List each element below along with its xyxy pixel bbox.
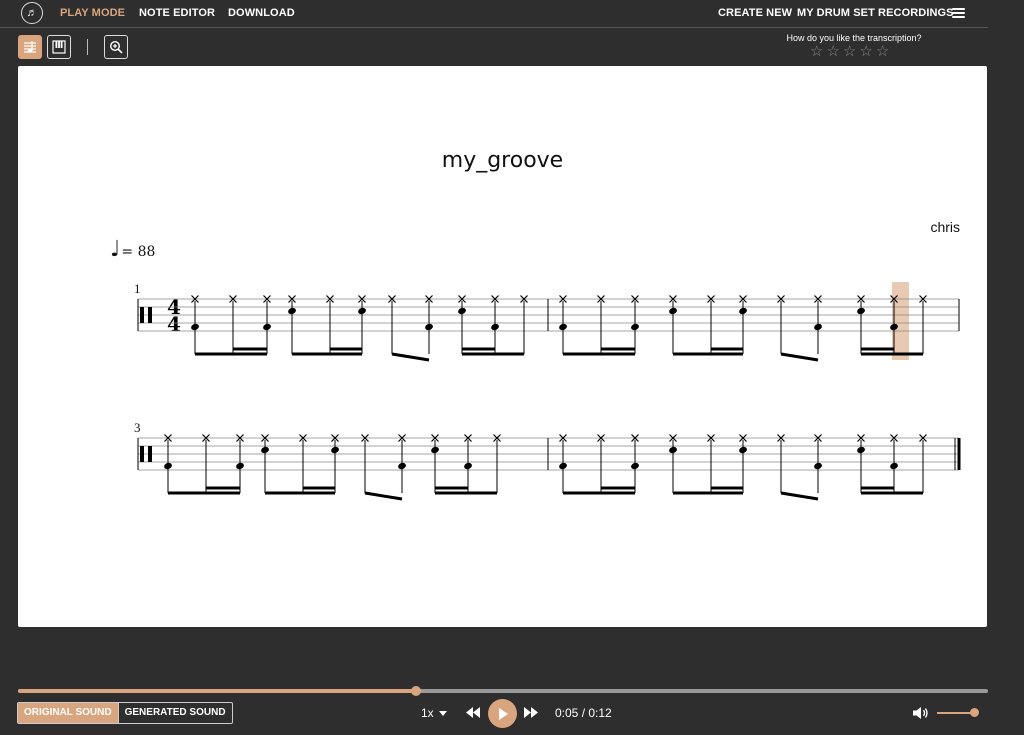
percussion-clef — [148, 307, 152, 323]
time-signature-bottom: 4 — [167, 312, 181, 336]
note-beam — [391, 352, 430, 362]
chevron-down-icon — [438, 710, 447, 716]
score-view-button[interactable] — [18, 35, 42, 59]
playback-progress-bar[interactable] — [18, 686, 988, 696]
progress-handle[interactable] — [410, 686, 421, 696]
note-beam — [364, 491, 403, 501]
playback-speed-select[interactable]: 1x — [421, 706, 447, 720]
star-icon[interactable]: ☆ — [826, 44, 839, 60]
star-icon[interactable]: ☆ — [843, 44, 856, 60]
playhead-highlight — [892, 282, 909, 360]
progress-fill — [18, 689, 416, 693]
sound-source-toggle: ORIGINAL SOUND GENERATED SOUND — [17, 702, 233, 724]
generated-sound-button[interactable]: GENERATED SOUND — [117, 703, 232, 723]
top-navigation: ♬ PLAY MODE NOTE EDITOR DOWNLOAD CREATE … — [0, 0, 988, 28]
rewind-button[interactable] — [466, 707, 480, 718]
nav-download[interactable]: DOWNLOAD — [228, 7, 295, 19]
hamburger-menu-icon[interactable] — [952, 8, 965, 18]
piano-roll-icon — [52, 40, 66, 54]
nav-play-mode[interactable]: PLAY MODE — [60, 7, 125, 19]
rating-question: How do you like the transcription? — [786, 33, 922, 43]
nav-note-editor[interactable]: NOTE EDITOR — [139, 7, 215, 19]
toolbar-divider — [87, 39, 88, 55]
piano-roll-button[interactable] — [47, 35, 71, 59]
fast-forward-icon — [524, 707, 538, 718]
play-button[interactable] — [488, 699, 517, 728]
note-beam — [780, 491, 819, 501]
percussion-clef — [148, 446, 152, 462]
zoom-in-icon — [109, 40, 123, 54]
score-sheet[interactable]: my_groove chris ♩ = 88 1 3 4 4 — [18, 66, 987, 627]
percussion-clef — [140, 446, 144, 462]
original-sound-button[interactable]: ORIGINAL SOUND — [18, 703, 118, 723]
speed-value: 1x — [421, 706, 434, 720]
percussion-clef — [140, 307, 144, 323]
time-display: 0:05 / 0:12 — [555, 706, 612, 720]
fast-forward-button[interactable] — [524, 707, 538, 718]
nav-my-recordings[interactable]: MY DRUM SET RECORDINGS — [797, 7, 954, 19]
volume-handle[interactable] — [970, 708, 979, 717]
drum-notation-staff: 4 4 — [137, 282, 961, 501]
rewind-icon — [466, 707, 480, 718]
app-logo-icon[interactable]: ♬ — [21, 2, 43, 24]
zoom-button[interactable] — [104, 35, 128, 59]
star-icon[interactable]: ☆ — [876, 44, 889, 60]
nav-create-new[interactable]: CREATE NEW — [718, 7, 792, 19]
volume-icon[interactable] — [913, 706, 929, 720]
score-view-icon — [24, 41, 36, 53]
note-beam — [780, 352, 819, 362]
play-icon — [498, 707, 508, 720]
rating-stars: ☆ ☆ ☆ ☆ ☆ — [810, 44, 889, 60]
star-icon[interactable]: ☆ — [810, 44, 823, 60]
star-icon[interactable]: ☆ — [859, 44, 872, 60]
